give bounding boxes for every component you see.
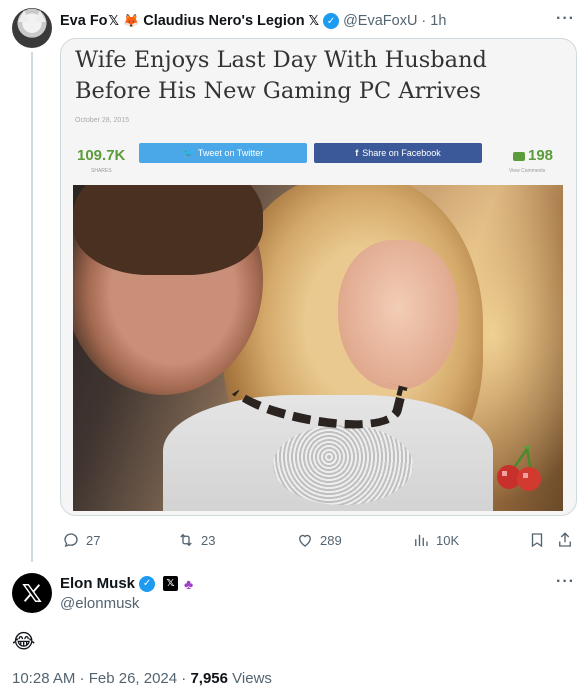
- eva-avatar[interactable]: [12, 8, 52, 48]
- reply-more-options-icon[interactable]: ···: [556, 573, 575, 591]
- x-logo-icon: [22, 584, 42, 602]
- community-name[interactable]: Claudius Nero's Legion: [143, 13, 304, 29]
- bar-chart-icon: [415, 534, 428, 546]
- reply-views-label: Views: [228, 670, 272, 687]
- view-count: 10K: [436, 532, 460, 548]
- views-action[interactable]: 10K: [412, 531, 459, 549]
- facebook-button-label: Share on Facebook: [362, 148, 441, 158]
- facebook-icon: f: [355, 148, 359, 158]
- reply-count: 27: [86, 532, 101, 548]
- verified-badge-icon: ✓: [323, 13, 340, 29]
- bookmark-action[interactable]: [528, 531, 552, 549]
- repost-action[interactable]: 23: [177, 531, 215, 549]
- couple-photo: [73, 185, 563, 511]
- repost-count: 23: [201, 532, 216, 548]
- reply-author-name[interactable]: Elon Musk: [60, 575, 135, 592]
- reply-timestamp[interactable]: 10:28 AM · Feb 26, 2024 ·: [12, 670, 190, 687]
- tweet-button-label: Tweet on Twitter: [197, 148, 264, 158]
- x-logo-icon: 𝕏: [308, 13, 320, 28]
- comment-label: View Comments: [509, 168, 546, 174]
- verified-badge-icon: ✓: [139, 575, 156, 592]
- shirt-sequins: [273, 425, 413, 505]
- more-options-icon[interactable]: ···: [556, 10, 575, 28]
- pixel-cherry-icon: [497, 445, 541, 491]
- author-name[interactable]: Eva Fo: [60, 13, 108, 29]
- elon-avatar[interactable]: [12, 573, 52, 613]
- reply-views-count: 7,956: [190, 670, 228, 687]
- bookmark-icon: [531, 533, 543, 548]
- share-count: 109.7K: [77, 147, 126, 164]
- x-logo-icon: 𝕏: [108, 13, 120, 28]
- article-date: October 28, 2015: [75, 117, 130, 124]
- like-action[interactable]: 289: [296, 531, 342, 549]
- reply-author-handle[interactable]: @elonmusk: [60, 595, 139, 612]
- x-affiliate-badge-icon: 𝕏: [163, 576, 179, 591]
- tweet-header: Eva Fo 𝕏 🦊 Claudius Nero's Legion 𝕏 ✓ @E…: [60, 11, 446, 31]
- fox-emoji-icon: 🦊: [123, 13, 140, 28]
- share-icon: [559, 532, 571, 547]
- thread-connector-line: [31, 52, 33, 562]
- article-title: Wife Enjoys Last Day With Husband Before…: [75, 47, 487, 104]
- bird-icon: 🐦: [182, 147, 194, 158]
- reply-icon: [64, 533, 78, 548]
- reply-action[interactable]: 27: [62, 531, 100, 549]
- reply-meta: 10:28 AM · Feb 26, 2024 · 7,956 Views: [12, 670, 272, 687]
- share-label: SHARES: [91, 168, 112, 174]
- comment-count: 198: [513, 147, 553, 164]
- reply-content: 😂: [12, 631, 36, 653]
- comment-count-value: 198: [528, 147, 554, 164]
- comment-bubble-icon: [513, 151, 525, 161]
- heart-icon: [299, 534, 311, 547]
- separator-dot: ·: [421, 13, 427, 29]
- reply-author-row: Elon Musk ✓ 𝕏 ♣: [60, 575, 193, 592]
- tweet-on-twitter-button: 🐦 Tweet on Twitter: [139, 143, 307, 163]
- share-on-facebook-button: f Share on Facebook: [314, 143, 482, 163]
- like-count: 289: [320, 532, 342, 548]
- man-hair: [73, 185, 263, 275]
- share-action[interactable]: [556, 531, 580, 549]
- repost-icon: [180, 533, 192, 547]
- author-handle[interactable]: @EvaFoxU: [343, 13, 417, 29]
- tweet-media-image[interactable]: Wife Enjoys Last Day With Husband Before…: [60, 38, 577, 516]
- woman-face: [338, 240, 458, 390]
- tweet-time[interactable]: 1h: [430, 13, 446, 29]
- person-badge-icon: ♣: [184, 575, 194, 592]
